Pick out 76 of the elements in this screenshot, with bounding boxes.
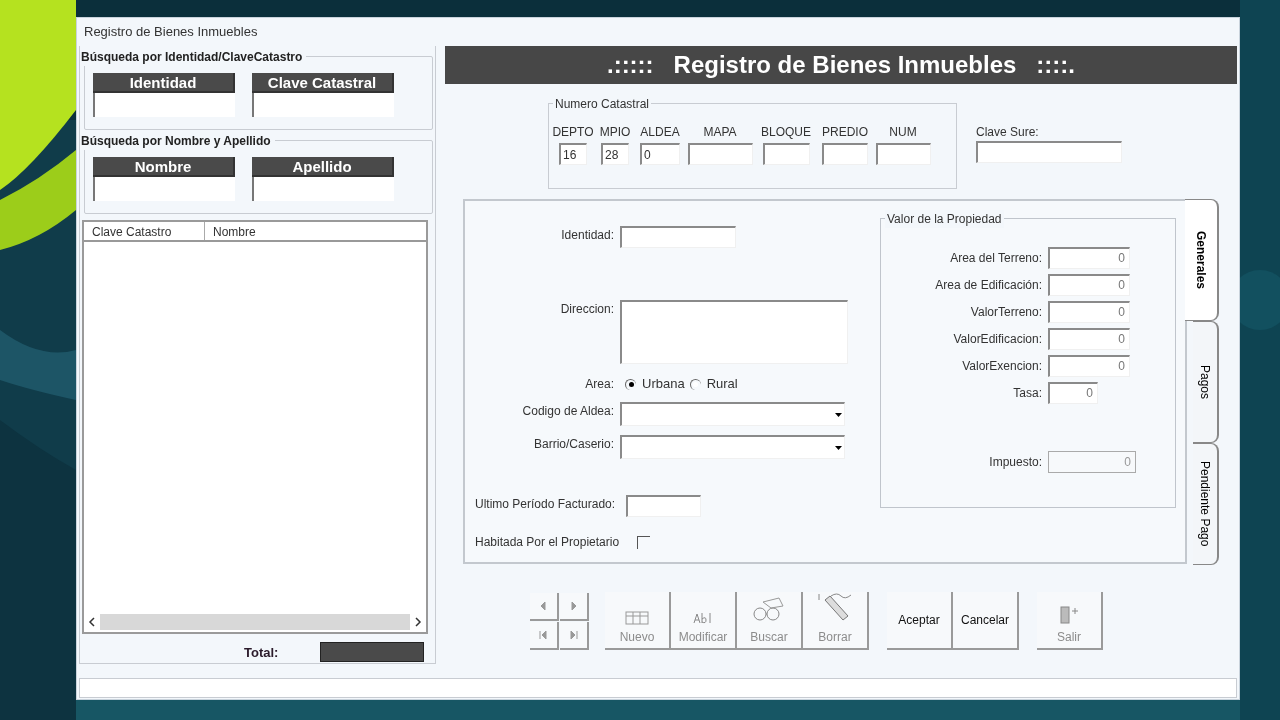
code-field[interactable]: 28 bbox=[601, 143, 629, 165]
side-tab[interactable]: Pendiente Pago bbox=[1193, 443, 1219, 565]
previous-icon bbox=[538, 599, 549, 613]
field-label: ValorEdificacion: bbox=[952, 330, 1043, 348]
scroll-right-icon bbox=[414, 616, 422, 627]
last-icon bbox=[568, 628, 579, 642]
field-label: Area: bbox=[584, 376, 615, 393]
code-field[interactable] bbox=[687, 143, 753, 165]
value-field[interactable]: 0 bbox=[1048, 354, 1130, 377]
checkbox[interactable] bbox=[637, 535, 650, 549]
identidad-field[interactable] bbox=[620, 226, 736, 248]
nav-button[interactable] bbox=[560, 622, 589, 650]
field-label: Ultimo Período Facturado: bbox=[474, 496, 617, 513]
nav-button[interactable] bbox=[530, 593, 559, 621]
value-field[interactable]: 0 bbox=[1048, 300, 1130, 323]
toolbar-button[interactable]: Cancelar bbox=[953, 592, 1019, 650]
field-header: Nombre bbox=[93, 157, 235, 178]
field-header: Identidad bbox=[93, 73, 235, 93]
side-tab[interactable]: Pagos bbox=[1193, 321, 1219, 443]
exit-door-icon bbox=[1057, 604, 1081, 626]
search-field[interactable] bbox=[93, 93, 235, 117]
field-label: Codigo de Aldea: bbox=[521, 403, 615, 420]
field-label: Habitada Por el Propietario bbox=[474, 534, 621, 551]
value-field[interactable]: 0 bbox=[1048, 327, 1130, 350]
dropdown[interactable] bbox=[620, 402, 845, 426]
field-label: Direccion: bbox=[559, 301, 615, 318]
field-label: BLOQUE bbox=[761, 124, 811, 141]
nav-button[interactable] bbox=[560, 593, 589, 621]
periodo-field[interactable] bbox=[626, 495, 701, 517]
column-header[interactable]: Nombre bbox=[205, 222, 426, 241]
first-icon bbox=[538, 628, 549, 642]
code-field[interactable]: 16 bbox=[559, 143, 587, 165]
value-field[interactable]: 0 bbox=[1048, 381, 1098, 404]
code-field[interactable] bbox=[875, 143, 931, 165]
field-header: Clave Catastral bbox=[252, 73, 394, 93]
nav-button[interactable] bbox=[530, 622, 559, 650]
code-field[interactable] bbox=[762, 143, 810, 165]
caret-icon bbox=[835, 412, 842, 417]
scroll-left-icon bbox=[88, 616, 96, 627]
field-label: ValorTerreno: bbox=[969, 303, 1043, 321]
field-label: Impuesto: bbox=[988, 453, 1043, 471]
field-label: NUM bbox=[889, 124, 917, 141]
value-field[interactable]: 0 bbox=[1048, 246, 1130, 269]
field-label: MAPA bbox=[703, 124, 737, 141]
code-field[interactable]: 0 bbox=[640, 143, 680, 165]
grid-icon bbox=[625, 610, 649, 626]
value-field[interactable]: 0 bbox=[1048, 273, 1130, 296]
form-title: .::::: Registro de Bienes Inmuebles ::::. bbox=[606, 50, 1075, 80]
field-label: PREDIO bbox=[822, 124, 868, 141]
side-tab[interactable]: Generales bbox=[1185, 199, 1219, 321]
field-label: Area de Edificación: bbox=[934, 276, 1043, 294]
total-label: Total: bbox=[244, 643, 279, 662]
search-field[interactable] bbox=[252, 177, 394, 202]
field-label: Tasa: bbox=[1012, 384, 1043, 402]
field-label: Area del Terreno: bbox=[949, 249, 1043, 267]
field-label: Barrio/Caserio: bbox=[532, 436, 615, 453]
field-label: ALDEA bbox=[640, 124, 680, 141]
field-label: Clave Sure: bbox=[976, 124, 1040, 141]
clave-sure-field[interactable] bbox=[976, 141, 1122, 163]
field-label: ValorExencion: bbox=[961, 357, 1043, 375]
window-title: Registro de Bienes Inmuebles bbox=[84, 23, 258, 42]
code-field[interactable] bbox=[822, 143, 868, 165]
search-field[interactable] bbox=[93, 177, 235, 202]
radio-option[interactable]: Rural bbox=[689, 374, 738, 394]
next-icon bbox=[568, 599, 579, 613]
dropdown[interactable] bbox=[620, 435, 845, 459]
search-field[interactable] bbox=[252, 93, 394, 117]
direccion-field[interactable] bbox=[620, 300, 848, 364]
field-label: DEPTO bbox=[552, 124, 594, 141]
column-header[interactable]: Clave Catastro bbox=[84, 222, 205, 241]
toolbar-button[interactable]: Aceptar bbox=[887, 592, 953, 650]
radio-option[interactable]: Urbana bbox=[625, 374, 685, 394]
field-label: MPIO bbox=[599, 124, 631, 141]
field-label: Identidad: bbox=[560, 227, 615, 244]
field-header: Apellido bbox=[252, 157, 394, 178]
caret-icon bbox=[835, 445, 842, 450]
